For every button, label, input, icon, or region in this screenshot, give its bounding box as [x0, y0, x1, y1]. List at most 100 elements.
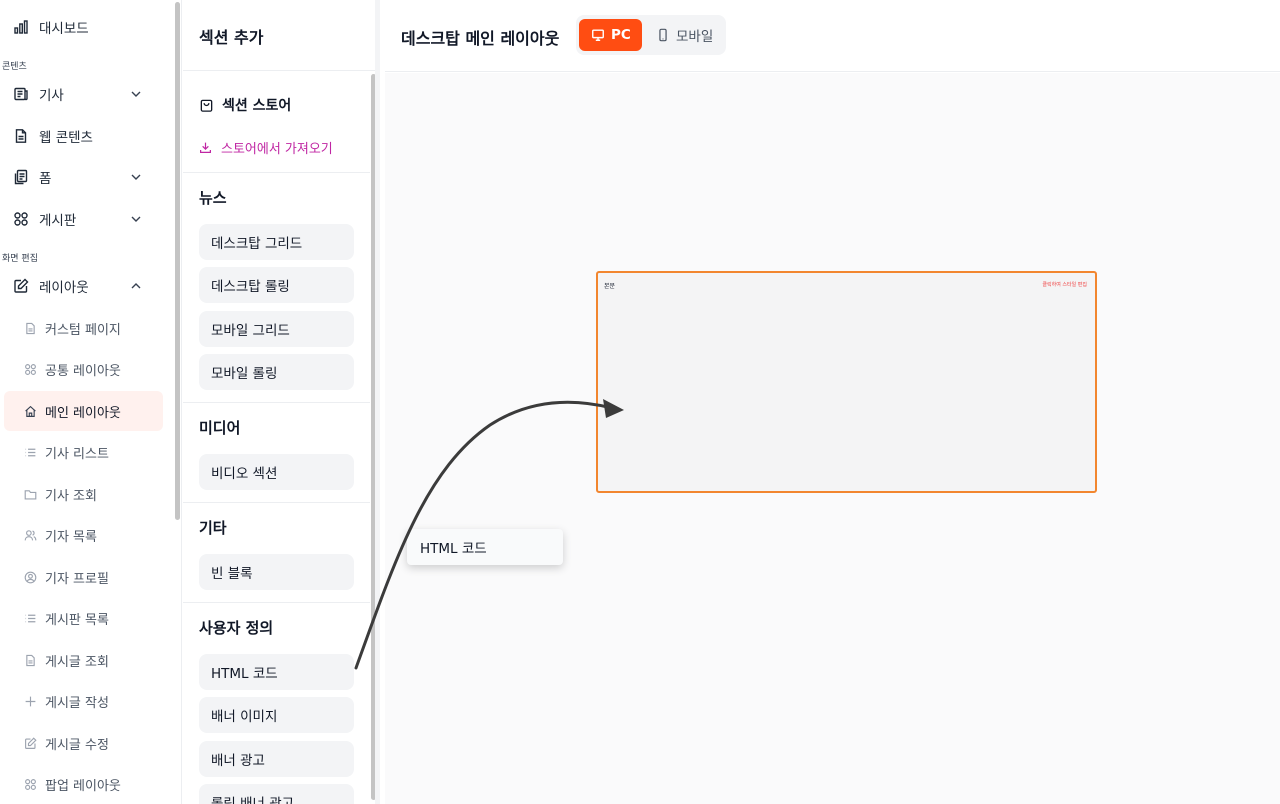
import-from-store-link[interactable]: 스토어에서 가져오기: [199, 138, 333, 157]
nav-item-label: 레이아웃: [39, 280, 89, 296]
edit-icon: [24, 736, 37, 750]
section-store-title: 섹션 스토어: [199, 95, 291, 115]
section-item-desktop-rolling[interactable]: 데스크탑 롤링: [199, 267, 354, 303]
nav-sub-label: 기자 프로필: [45, 571, 109, 587]
nav-group-screen-edit: 화면 편집: [2, 254, 38, 264]
group-title-media: 미디어: [199, 419, 241, 437]
nav-sub-article-view[interactable]: 기사 조회: [4, 474, 163, 514]
user-circle-icon: [24, 571, 37, 584]
sidebar-scrollbar[interactable]: [175, 2, 180, 520]
group-title-custom: 사용자 정의: [199, 619, 274, 637]
download-icon: [200, 142, 211, 153]
nav-sub-reporter-profile[interactable]: 기자 프로필: [4, 557, 163, 597]
dragged-section-item[interactable]: HTML 코드: [407, 529, 563, 565]
nav-item-article[interactable]: 기사: [4, 74, 163, 114]
nav-item-label: 대시보드: [39, 21, 89, 37]
nav-item-board[interactable]: 게시판: [4, 199, 163, 239]
section-add-panel: 섹션 추가 섹션 스토어 스토어에서 가져오기 뉴스 데스크탑 그리드 데스크탑…: [183, 0, 380, 804]
mobile-view-label: 모바일: [676, 29, 714, 45]
chevron-up-icon: [131, 283, 141, 289]
nav-sub-common-layout[interactable]: 공통 레이아웃: [4, 349, 163, 389]
grid-icon: [13, 211, 29, 227]
nav-item-label: 게시판: [39, 213, 77, 229]
nav-sub-post-write[interactable]: 게시글 작성: [4, 681, 163, 721]
bar-chart-icon: [13, 19, 29, 35]
nav-sub-post-edit[interactable]: 게시글 수정: [4, 723, 163, 763]
section-item-desktop-grid[interactable]: 데스크탑 그리드: [199, 224, 354, 260]
home-icon: [24, 405, 37, 418]
nav-item-label: 기사: [39, 88, 64, 104]
list-icon: [24, 446, 37, 459]
nav-sub-label: 팝업 레이아웃: [45, 778, 121, 794]
divider: [183, 172, 370, 173]
nav-sub-label: 기사 리스트: [45, 446, 109, 462]
section-item-mobile-grid[interactable]: 모바일 그리드: [199, 311, 354, 347]
group-title-etc: 기타: [199, 519, 227, 537]
layout-title: 데스크탑 메인 레이아웃: [401, 29, 560, 48]
nav-sub-label: 게시글 작성: [45, 695, 109, 711]
nav-sub-label: 게시글 조회: [45, 654, 109, 670]
section-item-video[interactable]: 비디오 섹션: [199, 454, 354, 490]
editor-topbar: 데스크탑 메인 레이아웃 PC 모바일: [385, 0, 1280, 72]
users-icon: [24, 529, 37, 542]
divider: [183, 70, 375, 71]
file-icon: [24, 322, 37, 335]
body-section-frame[interactable]: 본문 클릭하여 스타일 편집: [596, 271, 1097, 493]
section-item-rolling-banner-ad[interactable]: 롤링 배너 광고: [199, 784, 354, 804]
section-item-empty-block[interactable]: 빈 블록: [199, 554, 354, 590]
nav-sub-label: 기사 조회: [45, 488, 97, 504]
nav-sub-main-layout[interactable]: 메인 레이아웃: [4, 391, 163, 431]
nav-item-dashboard[interactable]: 대시보드: [4, 7, 163, 47]
newspaper-icon: [13, 86, 29, 102]
nav-item-form[interactable]: 폼: [4, 157, 163, 197]
nav-item-label: 웹 콘텐츠: [39, 130, 93, 146]
file-icon: [24, 654, 37, 667]
sidebar-nav: 대시보드 콘텐츠 기사 웹 콘텐츠 폼 게시판 화면 편집 레이아웃 커스텀 페…: [0, 0, 182, 804]
nav-sub-custom-page[interactable]: 커스텀 페이지: [4, 308, 163, 348]
nav-sub-popup-layout[interactable]: 팝업 레이아웃: [4, 764, 163, 804]
nav-sub-post-view[interactable]: 게시글 조회: [4, 640, 163, 680]
clipboard-icon: [13, 169, 29, 185]
group-title-news: 뉴스: [199, 189, 227, 207]
panel-title: 섹션 추가: [199, 28, 264, 47]
section-item-mobile-rolling[interactable]: 모바일 롤링: [199, 354, 354, 390]
folder-icon: [24, 488, 37, 501]
divider: [183, 502, 370, 503]
document-icon: [13, 128, 29, 144]
smartphone-icon: [659, 28, 667, 42]
layout-canvas: 본문 클릭하여 스타일 편집: [385, 73, 1280, 804]
section-store-label: 섹션 스토어: [222, 98, 292, 114]
divider: [183, 602, 370, 603]
pc-view-button[interactable]: PC: [579, 19, 642, 51]
section-item-banner-ad[interactable]: 배너 광고: [199, 741, 354, 777]
grid-icon: [24, 363, 37, 376]
edit-icon: [13, 278, 29, 294]
nav-sub-label: 게시판 목록: [45, 612, 109, 628]
nav-item-layout[interactable]: 레이아웃: [4, 266, 163, 306]
chevron-down-icon: [131, 91, 141, 97]
nav-sub-label: 커스텀 페이지: [45, 322, 121, 338]
nav-group-content: 콘텐츠: [2, 62, 27, 72]
frame-label: 본문: [604, 283, 616, 290]
nav-sub-label: 공통 레이아웃: [45, 363, 121, 379]
shopping-bag-icon: [200, 99, 213, 112]
section-item-html-code[interactable]: HTML 코드: [199, 654, 354, 690]
section-item-banner-image[interactable]: 배너 이미지: [199, 697, 354, 733]
panel-scrollbar[interactable]: [371, 74, 375, 800]
chevron-down-icon: [131, 216, 141, 222]
nav-sub-label: 게시글 수정: [45, 737, 109, 753]
nav-item-web-content[interactable]: 웹 콘텐츠: [4, 116, 163, 156]
plus-icon: [24, 695, 37, 708]
frame-style-edit-link[interactable]: 클릭하여 스타일 편집: [1042, 281, 1087, 288]
chevron-down-icon: [131, 174, 141, 180]
list-icon: [24, 612, 37, 625]
import-from-store-label: 스토어에서 가져오기: [221, 142, 333, 157]
nav-sub-reporter-list[interactable]: 기자 목록: [4, 515, 163, 555]
pc-view-label: PC: [611, 27, 631, 43]
monitor-icon: [592, 29, 604, 41]
mobile-view-button[interactable]: 모바일: [652, 19, 722, 51]
nav-sub-board-list[interactable]: 게시판 목록: [4, 598, 163, 638]
divider: [183, 402, 370, 403]
nav-sub-label: 메인 레이아웃: [45, 405, 121, 421]
nav-sub-article-list[interactable]: 기사 리스트: [4, 432, 163, 472]
